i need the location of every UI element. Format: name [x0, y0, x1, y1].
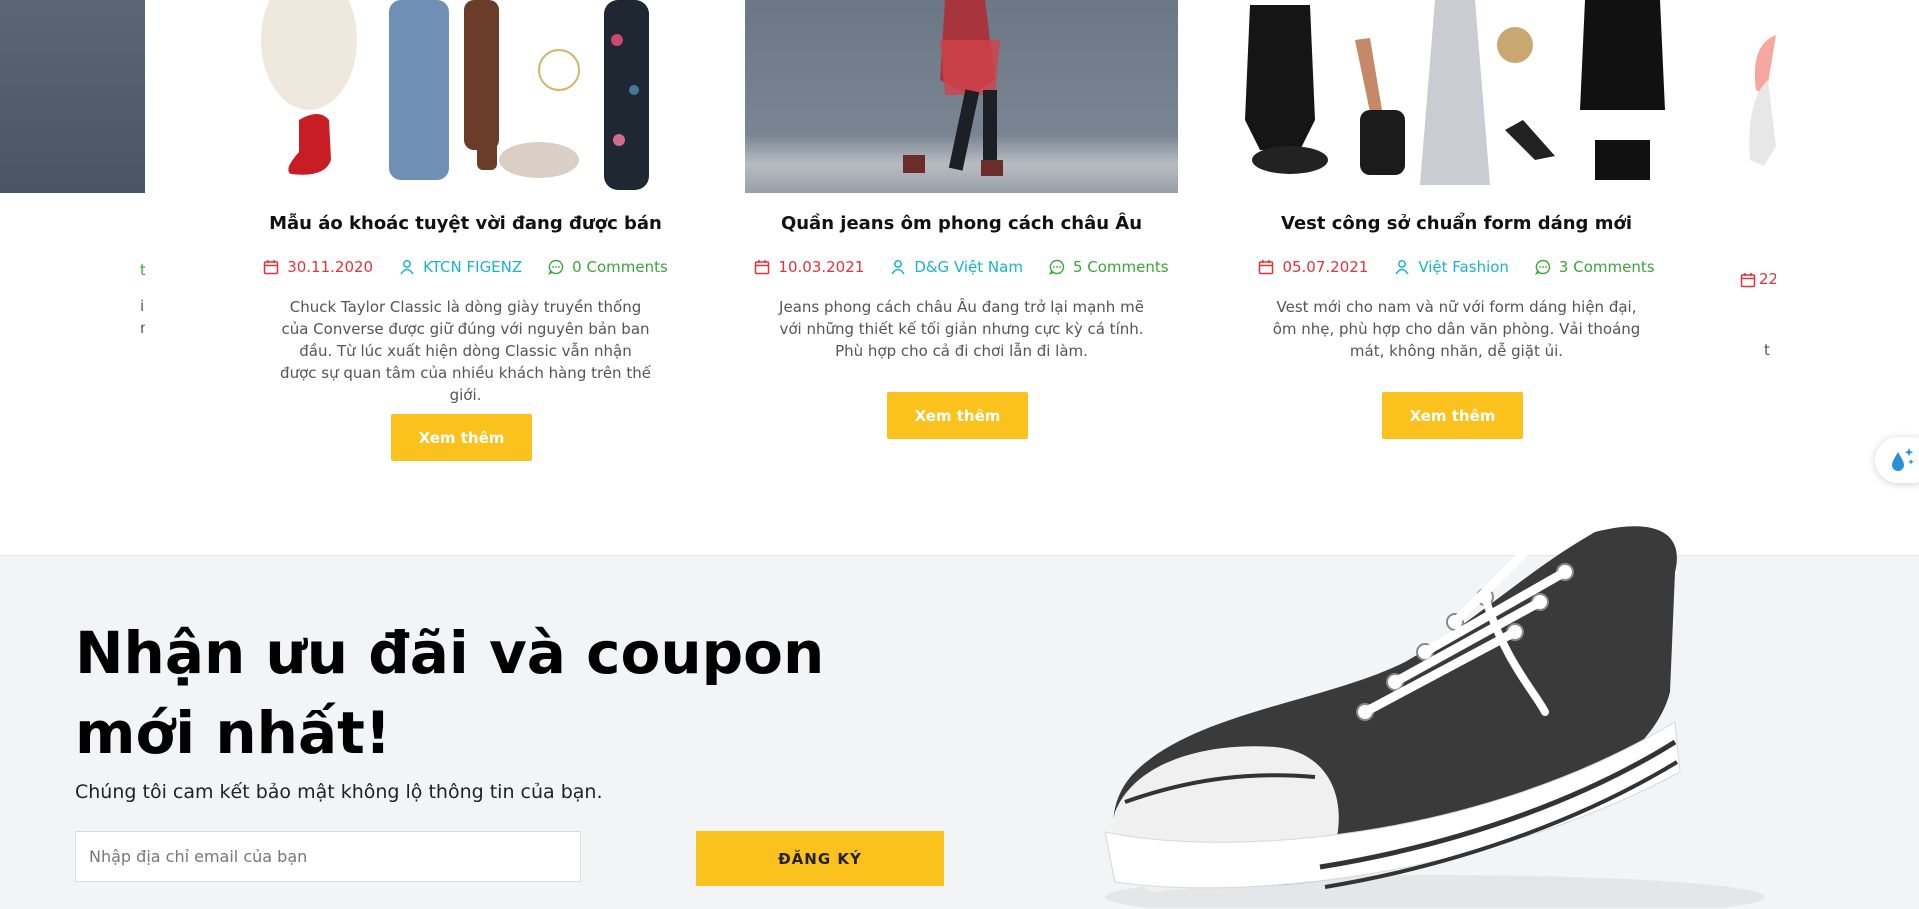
clothing-flatlay-illustration [261, 0, 649, 190]
partial-card-image [0, 0, 145, 193]
calendar-icon [263, 260, 279, 275]
post-author[interactable]: KTCN FIGENZ [399, 258, 522, 276]
water-drop-sparkle-icon [1892, 448, 1914, 471]
calendar-icon [755, 260, 770, 275]
post-date: 30.11.2020 [263, 258, 373, 276]
post-title[interactable]: Mẫu áo khoác tuyệt vời đang được bán [209, 213, 722, 234]
post-comments-text: 3 Comments [1558, 258, 1655, 276]
subscribe-button[interactable]: ĐĂNG KÝ [696, 831, 944, 886]
post-comments-text: 0 Comments [572, 258, 668, 276]
post-comments[interactable]: 5 Comments [1048, 258, 1169, 276]
blog-card: Quần jeans ôm phong cách châu Âu 10.03.2… [745, 0, 1178, 439]
post-excerpt: Jeans phong cách châu Âu đang trở lại mạ… [779, 298, 1144, 360]
calendar-icon [1740, 273, 1756, 288]
post-author-text: D&G Việt Nam [914, 258, 1023, 276]
comment-icon [1048, 259, 1065, 275]
partial-excerpt-line: n [140, 319, 145, 337]
post-date-text: 30.11.2020 [287, 258, 374, 276]
calendar-icon [1259, 260, 1274, 275]
blog-carousel: ts in n Mẫu áo khoác tuyệt vời đang được… [0, 0, 1919, 555]
comment-icon [1534, 259, 1551, 275]
user-icon [1395, 260, 1409, 275]
user-icon [400, 260, 414, 275]
post-meta: 10.03.2021 D&G Việt Nam 5 Comments [705, 258, 1218, 276]
blog-card-partial-right[interactable]: 22 t [1740, 0, 1776, 420]
partial-excerpt-line: in [140, 297, 145, 315]
user-icon [891, 260, 905, 275]
post-meta: 05.07.2021 Việt Fashion 3 Comments [1200, 258, 1713, 276]
comment-icon [548, 259, 564, 275]
post-comments[interactable]: 3 Comments [1534, 258, 1655, 276]
post-author[interactable]: Việt Fashion [1394, 258, 1509, 276]
blog-card: Mẫu áo khoác tuyệt vời đang được bán 30.… [249, 0, 682, 461]
read-more-button[interactable]: Xem thêm [1382, 392, 1523, 439]
post-date: 05.07.2021 [1258, 258, 1368, 276]
post-author-text: KTCN FIGENZ [423, 258, 523, 276]
newsletter-subtitle: Chúng tôi cam kết bảo mật không lộ thông… [75, 781, 603, 803]
newsletter-title: Nhận ưu đãi và coupon mới nhất! [75, 619, 825, 767]
post-date: 10.03.2021 [754, 258, 864, 276]
sneaker-product-image [1104, 512, 1765, 908]
post-image-street-style[interactable] [745, 0, 1178, 193]
partial-comments-text: ts [140, 261, 145, 279]
post-meta: 30.11.2020 KTCN FIGENZ 0 Comments [209, 258, 722, 276]
street-style-illustration [903, 0, 1003, 176]
post-comments-text: 5 Comments [1072, 258, 1169, 276]
post-image-office-outfit[interactable] [1240, 0, 1673, 193]
post-date-text: 05.07.2021 [1282, 258, 1369, 276]
post-comments[interactable]: 0 Comments [548, 258, 668, 276]
post-excerpt: Chuck Taylor Classic là dòng giày truyền… [280, 298, 651, 404]
post-author[interactable]: D&G Việt Nam [890, 258, 1023, 276]
office-outfit-illustration [1245, 0, 1665, 185]
blog-card-partial-left[interactable]: ts in n [0, 0, 145, 420]
post-title[interactable]: Quần jeans ôm phong cách châu Âu [705, 213, 1218, 234]
post-author-text: Việt Fashion [1418, 258, 1509, 276]
blog-card: Vest công sở chuẩn form dáng mới 05.07.2… [1240, 0, 1673, 439]
partial-card-image [1749, 35, 1776, 166]
post-excerpt: Vest mới cho nam và nữ với form dáng hiệ… [1272, 298, 1641, 360]
partial-date-text: 22 [1759, 270, 1776, 288]
post-title[interactable]: Vest công sở chuẩn form dáng mới [1200, 213, 1713, 234]
email-input[interactable] [75, 831, 581, 882]
read-more-button[interactable]: Xem thêm [887, 392, 1028, 439]
post-image-clothing-flatlay[interactable] [249, 0, 682, 193]
floating-accessibility-widget[interactable] [1875, 437, 1919, 483]
partial-excerpt-line: t [1764, 341, 1770, 359]
post-date-text: 10.03.2021 [778, 258, 865, 276]
read-more-button[interactable]: Xem thêm [391, 414, 532, 461]
